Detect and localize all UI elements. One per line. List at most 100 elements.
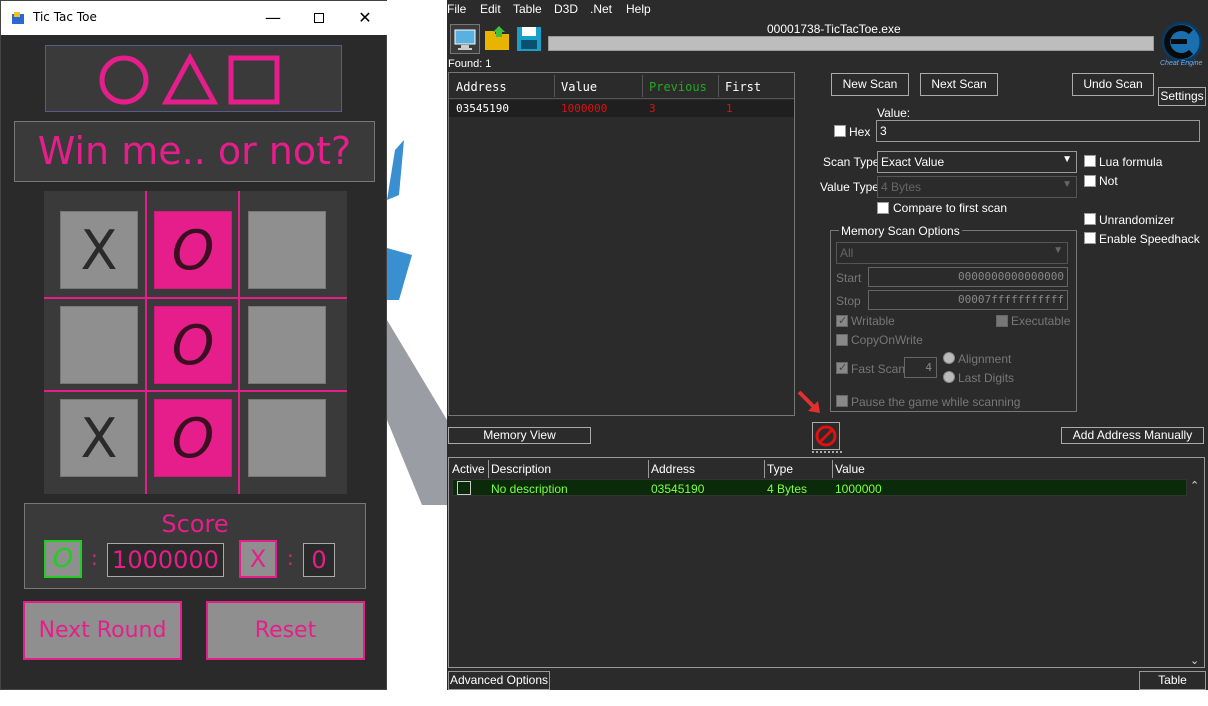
heading-banner: Win me.. or not? xyxy=(14,121,375,182)
menu-help[interactable]: Help xyxy=(626,2,651,16)
start-label: Start xyxy=(836,271,862,285)
column-divider xyxy=(718,75,719,97)
process-name: 00001738-TicTacToe.exe xyxy=(767,22,901,36)
compare-first-label: Compare to first scan xyxy=(893,201,1008,215)
pause-game-checkbox[interactable] xyxy=(836,395,848,407)
col-address[interactable]: Address xyxy=(456,80,507,94)
col-description[interactable]: Description xyxy=(491,462,551,476)
board-cell-2[interactable]: O xyxy=(154,211,232,289)
writable-label: Writable xyxy=(851,314,895,328)
column-divider xyxy=(832,460,833,478)
lua-formula-checkbox[interactable] xyxy=(1084,155,1096,167)
stop-address-input[interactable]: 00007fffffffffff xyxy=(868,290,1068,310)
unrandomizer-checkbox[interactable] xyxy=(1084,213,1096,225)
memory-view-button[interactable]: Memory View xyxy=(448,427,591,444)
board-cell-8[interactable]: O xyxy=(154,399,232,477)
stop-label: Stop xyxy=(836,294,861,308)
region-select[interactable]: All ▼ xyxy=(836,242,1068,264)
compare-first-checkbox[interactable] xyxy=(877,202,889,214)
value-input[interactable]: 3 xyxy=(876,120,1200,142)
stop-scan-icon[interactable] xyxy=(812,422,840,450)
alignment-radio[interactable] xyxy=(943,352,955,364)
close-button[interactable]: ✕ xyxy=(342,1,388,35)
board-cell-5[interactable]: O xyxy=(154,306,232,384)
col-active[interactable]: Active xyxy=(452,462,485,476)
col-value[interactable]: Value xyxy=(561,80,597,94)
grid-line xyxy=(145,191,147,494)
maximize-button[interactable] xyxy=(296,1,342,35)
scan-result-row[interactable]: 03545190 1000000 3 1 xyxy=(449,100,794,117)
menu-file[interactable]: File xyxy=(447,2,466,16)
memory-scan-options-title: Memory Scan Options xyxy=(839,224,962,238)
heading-text: Win me.. or not? xyxy=(37,129,352,173)
col-first[interactable]: First xyxy=(725,80,761,94)
menu-edit[interactable]: Edit xyxy=(480,2,501,16)
logo-text: Cheat Engine xyxy=(1160,60,1203,67)
grid-line xyxy=(44,390,347,392)
board-cell-7[interactable]: X xyxy=(60,399,138,477)
desktop-background xyxy=(387,0,447,690)
wallpaper-shape xyxy=(387,140,447,505)
table-row[interactable]: No description 03545190 4 Bytes 1000000 xyxy=(452,479,1187,496)
col-previous[interactable]: Previous xyxy=(649,80,707,94)
writable-checkbox[interactable] xyxy=(836,314,848,327)
menu-d3d[interactable]: D3D xyxy=(554,2,578,16)
chevron-up-icon[interactable]: ⌃ xyxy=(1190,479,1199,492)
chevron-down-icon[interactable]: ⌄ xyxy=(1190,654,1199,667)
select-process-icon[interactable] xyxy=(450,24,480,54)
copyonwrite-checkbox[interactable] xyxy=(836,334,848,346)
score-colon: : xyxy=(287,546,294,570)
board-cell-6[interactable] xyxy=(248,306,326,384)
add-address-manually-button[interactable]: Add Address Manually xyxy=(1061,427,1204,444)
board-cell-1[interactable]: X xyxy=(60,211,138,289)
board-cell-4[interactable] xyxy=(60,306,138,384)
scan-results-list[interactable]: Address Value Previous First 03545190 10… xyxy=(448,72,795,416)
speedhack-checkbox[interactable] xyxy=(1084,232,1096,244)
reset-button[interactable]: Reset xyxy=(206,601,365,660)
new-scan-button[interactable]: New Scan xyxy=(831,73,909,96)
splitter-handle[interactable] xyxy=(812,451,842,453)
fast-scan-checkbox[interactable] xyxy=(836,361,848,374)
table-scrollbar[interactable]: ⌃ ⌄ xyxy=(1188,479,1202,667)
col-type[interactable]: Type xyxy=(767,462,793,476)
start-address-input[interactable]: 0000000000000000 xyxy=(868,267,1068,287)
found-count: Found: 1 xyxy=(448,58,492,70)
address-table[interactable]: Active Description Address Type Value No… xyxy=(448,457,1205,668)
fast-scan-value-input[interactable]: 4 xyxy=(904,357,937,378)
score-title: Score xyxy=(161,510,229,538)
col-table-value[interactable]: Value xyxy=(835,462,865,476)
last-digits-radio[interactable] xyxy=(943,371,955,383)
cheat-engine-window: File Edit Table D3D .Net Help 00001738-T… xyxy=(447,0,1208,704)
col-table-address[interactable]: Address xyxy=(651,462,695,476)
next-scan-button[interactable]: Next Scan xyxy=(920,73,998,96)
board-cell-9[interactable] xyxy=(248,399,326,477)
board-cell-3[interactable] xyxy=(248,211,326,289)
row-address: 03545190 xyxy=(651,482,705,496)
row-type: 4 Bytes xyxy=(767,482,808,496)
menu-table[interactable]: Table xyxy=(513,2,542,16)
minimize-button[interactable]: — xyxy=(250,1,296,35)
scan-progress-bar xyxy=(548,36,1154,51)
settings-button[interactable]: Settings xyxy=(1158,87,1206,106)
undo-scan-button[interactable]: Undo Scan xyxy=(1072,73,1154,96)
last-digits-label: Last Digits xyxy=(958,371,1015,385)
cheat-engine-logo[interactable]: Cheat Engine xyxy=(1158,20,1206,72)
app-icon xyxy=(11,11,25,25)
value-type-value: 4 Bytes xyxy=(881,180,922,194)
advanced-options-button[interactable]: Advanced Options xyxy=(448,671,550,690)
scan-type-select[interactable]: Exact Value ▼ xyxy=(877,151,1077,173)
next-round-button[interactable]: Next Round xyxy=(23,601,182,660)
save-icon[interactable] xyxy=(514,24,544,54)
score-colon: : xyxy=(91,546,98,570)
not-checkbox[interactable] xyxy=(1084,175,1096,187)
table-extras-button[interactable]: Table Extras xyxy=(1139,671,1206,704)
value-type-select[interactable]: 4 Bytes ▼ xyxy=(877,176,1077,198)
hex-checkbox[interactable] xyxy=(834,125,846,137)
executable-checkbox[interactable] xyxy=(996,315,1008,327)
active-checkbox[interactable] xyxy=(457,481,471,495)
open-file-icon[interactable] xyxy=(483,24,513,54)
chevron-down-icon: ▼ xyxy=(1062,154,1072,165)
add-to-list-arrow-icon[interactable] xyxy=(796,389,824,417)
column-divider xyxy=(764,460,765,478)
menu-dotnet[interactable]: .Net xyxy=(590,2,612,16)
